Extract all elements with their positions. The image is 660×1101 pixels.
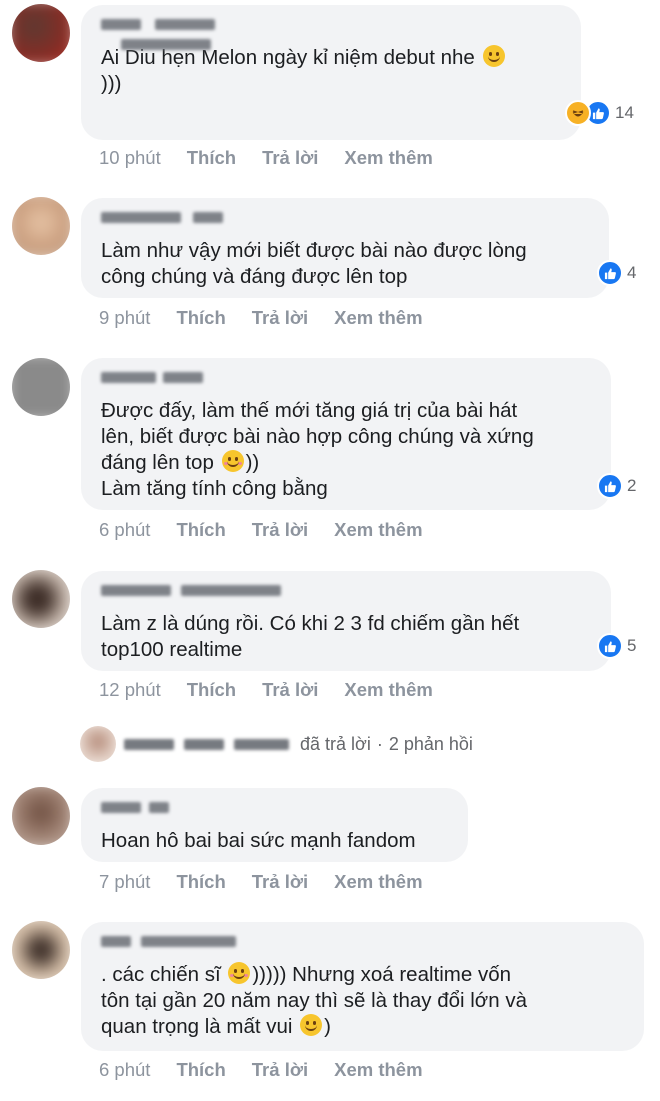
blush-emoji	[221, 450, 244, 472]
commenter-name[interactable]	[101, 17, 561, 50]
avatar	[80, 726, 116, 762]
smile-emoji	[482, 45, 505, 67]
comment-bubble: Hoan hô bai bai sức mạnh fandom	[81, 788, 468, 862]
timestamp[interactable]: 12 phút	[99, 679, 161, 701]
see-more-button[interactable]: Xem thêm	[344, 147, 432, 169]
commenter-name[interactable]	[101, 934, 624, 950]
commenter-name[interactable]	[101, 800, 448, 816]
replier-name	[124, 737, 294, 751]
reaction-count[interactable]: 4	[597, 260, 636, 286]
comment-text: Ai Diu hẹn Melon ngày kỉ niệm debut nhe …	[101, 45, 561, 97]
see-more-button[interactable]: Xem thêm	[334, 871, 422, 893]
like-button[interactable]: Thích	[187, 147, 236, 169]
reply-button[interactable]: Trả lời	[252, 871, 308, 893]
avatar[interactable]	[12, 921, 70, 979]
comment-text: Làm như vậy mới biết được bài nào được l…	[101, 239, 527, 288]
avatar[interactable]	[12, 570, 70, 628]
comment-actions: 7 phút Thích Trả lời Xem thêm	[99, 871, 449, 893]
comment-text: . các chiến sĩ ))))) Nhưng xoá realtime …	[101, 962, 527, 1038]
comment-bubble: Làm như vậy mới biết được bài nào được l…	[81, 198, 609, 298]
blush-emoji	[228, 962, 251, 984]
reply-button[interactable]: Trả lời	[262, 147, 318, 169]
commenter-name[interactable]	[101, 210, 589, 226]
like-button[interactable]: Thích	[176, 1059, 225, 1081]
timestamp[interactable]: 6 phút	[99, 1059, 150, 1081]
comment-bubble: Ai Diu hẹn Melon ngày kỉ niệm debut nhe …	[81, 5, 581, 140]
reply-button[interactable]: Trả lời	[252, 307, 308, 329]
avatar[interactable]	[12, 787, 70, 845]
like-icon	[597, 473, 623, 499]
smile-emoji	[300, 1014, 323, 1036]
comment-text: Được đấy, làm thế mới tăng giá trị của b…	[101, 399, 534, 500]
timestamp[interactable]: 9 phút	[99, 307, 150, 329]
comment-text: Làm z là dúng rồi. Có khi 2 3 fd chiếm g…	[101, 612, 520, 661]
reaction-number: 5	[627, 636, 637, 655]
replied-text: đã trả lời	[300, 733, 371, 754]
like-button[interactable]: Thích	[176, 871, 225, 893]
reaction-number: 2	[627, 476, 637, 495]
comment-bubble: . các chiến sĩ ))))) Nhưng xoá realtime …	[81, 922, 644, 1051]
like-icon	[597, 260, 623, 286]
comment-bubble: Làm z là dúng rồi. Có khi 2 3 fd chiếm g…	[81, 571, 611, 671]
timestamp[interactable]: 7 phút	[99, 871, 150, 893]
like-button[interactable]: Thích	[176, 519, 225, 541]
comment-actions: 12 phút Thích Trả lời Xem thêm	[99, 679, 459, 701]
commenter-name[interactable]	[101, 370, 591, 386]
reaction-count[interactable]: 2	[597, 473, 636, 499]
view-replies-link[interactable]: đã trả lời · 2 phản hồi	[80, 726, 473, 762]
avatar[interactable]	[12, 4, 70, 62]
reply-button[interactable]: Trả lời	[252, 519, 308, 541]
comment-actions: 6 phút Thích Trả lời Xem thêm	[99, 1059, 449, 1081]
avatar[interactable]	[12, 358, 70, 416]
reply-count: 2 phản hồi	[388, 733, 473, 754]
see-more-button[interactable]: Xem thêm	[344, 679, 432, 701]
like-icon	[597, 633, 623, 659]
haha-icon	[565, 100, 591, 126]
see-more-button[interactable]: Xem thêm	[334, 307, 422, 329]
reaction-count[interactable]: 14	[565, 100, 634, 126]
reply-button[interactable]: Trả lời	[252, 1059, 308, 1081]
separator: ·	[376, 733, 383, 754]
comment-actions: 10 phút Thích Trả lời Xem thêm	[99, 147, 459, 169]
comment-text: Hoan hô bai bai sức mạnh fandom	[101, 829, 416, 852]
like-button[interactable]: Thích	[176, 307, 225, 329]
like-button[interactable]: Thích	[187, 679, 236, 701]
reaction-count[interactable]: 5	[597, 633, 636, 659]
comment-actions: 9 phút Thích Trả lời Xem thêm	[99, 307, 449, 329]
reaction-number: 4	[627, 263, 637, 282]
comment-bubble: Được đấy, làm thế mới tăng giá trị của b…	[81, 358, 611, 510]
timestamp[interactable]: 6 phút	[99, 519, 150, 541]
comment-actions: 6 phút Thích Trả lời Xem thêm	[99, 519, 449, 541]
reply-button[interactable]: Trả lời	[262, 679, 318, 701]
see-more-button[interactable]: Xem thêm	[334, 1059, 422, 1081]
see-more-button[interactable]: Xem thêm	[334, 519, 422, 541]
commenter-name[interactable]	[101, 583, 591, 599]
avatar[interactable]	[12, 197, 70, 255]
reaction-number: 14	[615, 103, 634, 122]
timestamp[interactable]: 10 phút	[99, 147, 161, 169]
